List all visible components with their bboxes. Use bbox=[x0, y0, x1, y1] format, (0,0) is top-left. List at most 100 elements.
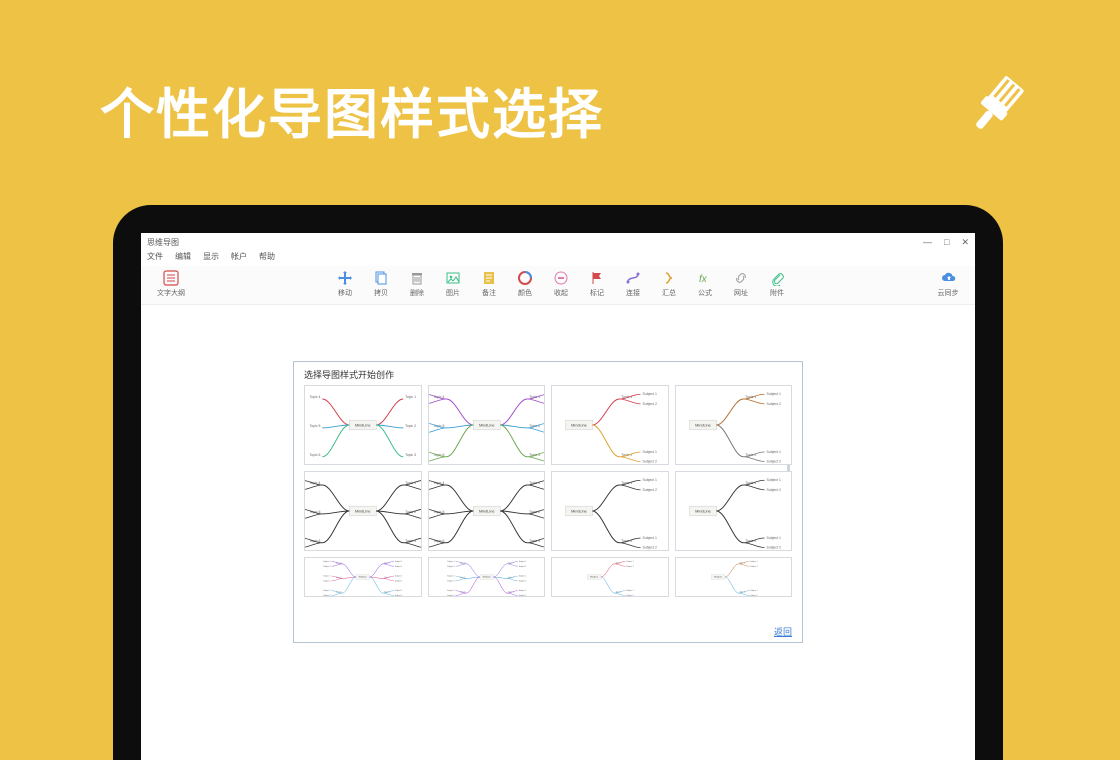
minimize-button[interactable]: — bbox=[923, 238, 932, 247]
image-button[interactable]: 图片 bbox=[439, 270, 467, 298]
note-button[interactable]: 备注 bbox=[475, 270, 503, 298]
svg-text:Subject 1: Subject 1 bbox=[766, 536, 780, 540]
app-window: 思维导图 — □ ✕ 文件 编辑 显示 帐户 帮助 文字大纲 bbox=[141, 233, 975, 760]
outline-button[interactable]: 文字大纲 bbox=[151, 270, 191, 298]
template-thumb-2[interactable]: MindLineTopic 1Subject 1Subject 2Topic 2… bbox=[551, 385, 669, 465]
template-thumb-5[interactable]: MindLineTopic 1Subject 1Subject 2Topic 2… bbox=[428, 471, 546, 551]
menu-view[interactable]: 显示 bbox=[203, 251, 219, 262]
tb-label: 移动 bbox=[338, 288, 352, 298]
template-grid: MindLineTopic 1Topic 2Topic 3Topic 4Topi… bbox=[304, 385, 792, 621]
svg-text:fx: fx bbox=[699, 274, 708, 285]
svg-text:MindLine: MindLine bbox=[571, 423, 587, 427]
svg-text:Subject 1: Subject 1 bbox=[395, 589, 402, 592]
svg-text:Subject 2: Subject 2 bbox=[447, 565, 454, 568]
svg-text:Subject 2: Subject 2 bbox=[642, 488, 656, 492]
svg-text:Subject 1: Subject 1 bbox=[750, 560, 757, 563]
tb-label: 收起 bbox=[554, 288, 568, 298]
trash-icon bbox=[409, 270, 425, 286]
svg-text:Subject 1: Subject 1 bbox=[626, 589, 633, 592]
svg-text:MindLine: MindLine bbox=[695, 423, 711, 427]
svg-text:Subject 2: Subject 2 bbox=[518, 579, 525, 582]
image-icon bbox=[445, 270, 461, 286]
template-thumb-11[interactable]: MindLineTopic 1Subject 1Subject 2Topic 2… bbox=[675, 557, 793, 597]
svg-text:Subject 1: Subject 1 bbox=[518, 589, 525, 592]
outline-icon bbox=[163, 270, 179, 286]
template-thumb-10[interactable]: MindLineTopic 1Subject 1Subject 2Topic 2… bbox=[551, 557, 669, 597]
template-thumb-8[interactable]: MindLineTopic 1Subject 1Subject 2Topic 2… bbox=[304, 557, 422, 597]
menu-edit[interactable]: 编辑 bbox=[175, 251, 191, 262]
template-thumb-9[interactable]: MindLineTopic 1Subject 1Subject 2Topic 2… bbox=[428, 557, 546, 597]
svg-text:Topic 2: Topic 2 bbox=[405, 424, 416, 428]
template-thumb-1[interactable]: MindLineTopic 1Subject 1Subject 2Topic 2… bbox=[428, 385, 546, 465]
template-thumb-0[interactable]: MindLineTopic 1Topic 2Topic 3Topic 4Topi… bbox=[304, 385, 422, 465]
move-button[interactable]: 移动 bbox=[331, 270, 359, 298]
connect-button[interactable]: 连接 bbox=[619, 270, 647, 298]
tb-label: 备注 bbox=[482, 288, 496, 298]
mark-button[interactable]: 标记 bbox=[583, 270, 611, 298]
back-link[interactable]: 返回 bbox=[774, 625, 792, 638]
svg-text:Subject 1: Subject 1 bbox=[323, 575, 330, 578]
cloud-sync-button[interactable]: 云同步 bbox=[931, 270, 965, 298]
copy-icon bbox=[373, 270, 389, 286]
window-title: 思维导图 bbox=[147, 237, 179, 248]
svg-text:Subject 2: Subject 2 bbox=[323, 579, 330, 582]
svg-text:Subject 2: Subject 2 bbox=[642, 402, 656, 406]
tb-label: 颜色 bbox=[518, 288, 532, 298]
svg-text:Subject 1: Subject 1 bbox=[766, 478, 780, 482]
svg-text:Subject 1: Subject 1 bbox=[766, 392, 780, 396]
url-button[interactable]: 网址 bbox=[727, 270, 755, 298]
page-headline: 个性化导图样式选择 bbox=[100, 70, 604, 149]
svg-text:MindLine: MindLine bbox=[478, 423, 494, 427]
collapse-button[interactable]: 收起 bbox=[547, 270, 575, 298]
menubar: 文件 编辑 显示 帐户 帮助 bbox=[141, 249, 975, 266]
laptop-frame: 思维导图 — □ ✕ 文件 编辑 显示 帐户 帮助 文字大纲 bbox=[113, 205, 1003, 760]
svg-text:Subject 1: Subject 1 bbox=[447, 560, 454, 563]
maximize-button[interactable]: □ bbox=[944, 238, 949, 247]
tb-label: 公式 bbox=[698, 288, 712, 298]
svg-text:Subject 2: Subject 2 bbox=[447, 579, 454, 582]
svg-text:Subject 2: Subject 2 bbox=[626, 565, 633, 568]
menu-file[interactable]: 文件 bbox=[147, 251, 163, 262]
svg-text:Subject 1: Subject 1 bbox=[750, 589, 757, 592]
template-thumb-3[interactable]: MindLineTopic 1Subject 1Subject 2Topic 2… bbox=[675, 385, 793, 465]
svg-text:Subject 1: Subject 1 bbox=[642, 392, 656, 396]
menu-account[interactable]: 帐户 bbox=[231, 251, 247, 262]
svg-text:Subject 2: Subject 2 bbox=[766, 402, 780, 406]
delete-button[interactable]: 删除 bbox=[403, 270, 431, 298]
copy-button[interactable]: 拷贝 bbox=[367, 270, 395, 298]
close-button[interactable]: ✕ bbox=[961, 238, 969, 247]
svg-text:MindLine: MindLine bbox=[355, 509, 371, 513]
formula-button[interactable]: fx 公式 bbox=[691, 270, 719, 298]
svg-text:Subject 1: Subject 1 bbox=[447, 589, 454, 592]
note-icon bbox=[481, 270, 497, 286]
template-thumb-6[interactable]: MindLineTopic 1Subject 1Subject 2Topic 2… bbox=[551, 471, 669, 551]
svg-text:Subject 1: Subject 1 bbox=[766, 450, 780, 454]
dialog-title: 选择导图样式开始创作 bbox=[304, 368, 792, 385]
summary-button[interactable]: 汇总 bbox=[655, 270, 683, 298]
svg-text:Subject 1: Subject 1 bbox=[626, 560, 633, 563]
cloud-sync-label: 云同步 bbox=[938, 288, 959, 298]
template-thumb-7[interactable]: MindLineTopic 1Subject 1Subject 2Topic 2… bbox=[675, 471, 793, 551]
svg-text:Subject 1: Subject 1 bbox=[395, 575, 402, 578]
svg-text:MindLine: MindLine bbox=[571, 509, 587, 513]
svg-text:Subject 2: Subject 2 bbox=[766, 460, 780, 464]
collapse-icon bbox=[553, 270, 569, 286]
svg-text:Subject 2: Subject 2 bbox=[750, 594, 757, 596]
svg-text:Topic 3: Topic 3 bbox=[405, 453, 416, 457]
menu-help[interactable]: 帮助 bbox=[259, 251, 275, 262]
attach-button[interactable]: 附件 bbox=[763, 270, 791, 298]
svg-text:Subject 2: Subject 2 bbox=[395, 579, 402, 582]
svg-text:Subject 1: Subject 1 bbox=[447, 575, 454, 578]
tb-label: 汇总 bbox=[662, 288, 676, 298]
svg-text:Subject 1: Subject 1 bbox=[642, 536, 656, 540]
template-thumb-4[interactable]: MindLineTopic 1Subject 1Subject 2Topic 2… bbox=[304, 471, 422, 551]
color-button[interactable]: 颜色 bbox=[511, 270, 539, 298]
svg-text:Subject 2: Subject 2 bbox=[642, 460, 656, 464]
svg-text:Topic 1: Topic 1 bbox=[405, 395, 416, 399]
svg-text:Subject 2: Subject 2 bbox=[395, 594, 402, 596]
formula-icon: fx bbox=[697, 270, 713, 286]
svg-text:Subject 1: Subject 1 bbox=[518, 575, 525, 578]
tb-label: 网址 bbox=[734, 288, 748, 298]
tb-label: 标记 bbox=[590, 288, 604, 298]
link-icon bbox=[733, 270, 749, 286]
